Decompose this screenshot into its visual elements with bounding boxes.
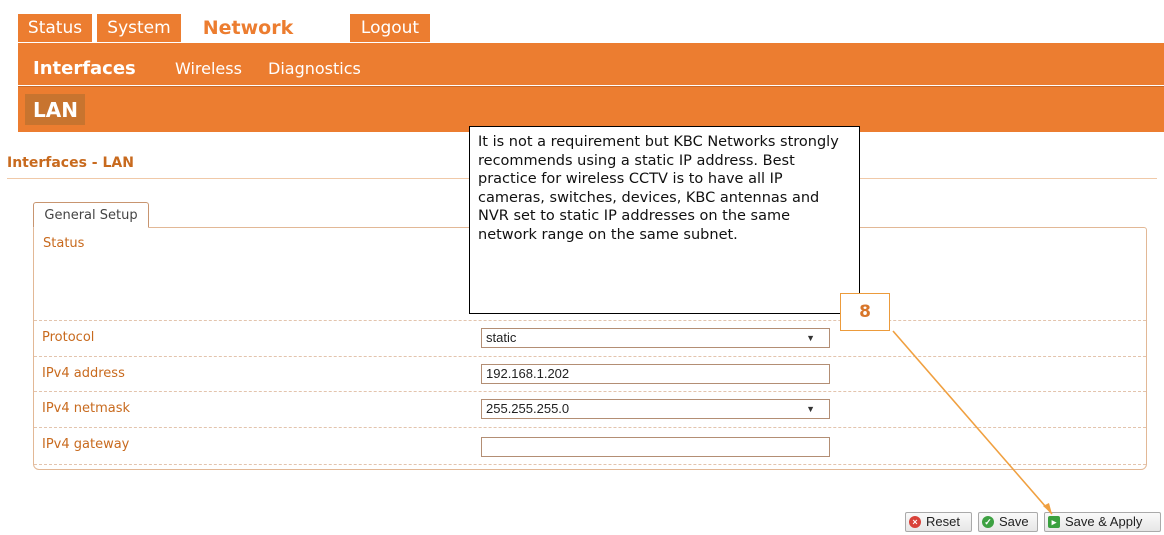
save-label: Save: [999, 514, 1029, 529]
ipv4-netmask-label: IPv4 netmask: [42, 401, 131, 416]
save-apply-button[interactable]: ▸ Save & Apply: [1044, 512, 1161, 532]
protocol-label: Protocol: [42, 330, 95, 345]
ipv4-netmask-select[interactable]: 255.255.255.0 ▼: [481, 399, 830, 419]
ipv4-address-input[interactable]: 192.168.1.202: [481, 364, 830, 384]
save-apply-label: Save & Apply: [1065, 514, 1143, 529]
ipv4-gateway-row: IPv4 gateway: [34, 427, 1146, 465]
annotation-callout: It is not a requirement but KBC Networks…: [469, 126, 860, 314]
ipv4-gateway-input[interactable]: [481, 437, 830, 457]
status-label: Status: [43, 236, 85, 251]
step-badge: 8: [840, 293, 890, 331]
subnav-wireless[interactable]: Wireless: [175, 59, 242, 78]
ipv4-gateway-label: IPv4 gateway: [42, 437, 130, 452]
chevron-down-icon: ▼: [806, 333, 815, 343]
page-header: LAN: [25, 94, 85, 125]
ipv4-address-label: IPv4 address: [42, 366, 125, 381]
tab-status[interactable]: Status: [18, 14, 92, 42]
reset-icon: ×: [909, 516, 921, 528]
chevron-down-icon: ▼: [806, 404, 815, 414]
ipv4-netmask-value: 255.255.255.0: [486, 401, 570, 416]
protocol-select[interactable]: static ▼: [481, 328, 830, 348]
subnav-interfaces[interactable]: Interfaces: [33, 58, 136, 79]
tab-general-setup[interactable]: General Setup: [33, 202, 149, 228]
reset-label: Reset: [926, 514, 960, 529]
ipv4-address-value: 192.168.1.202: [486, 366, 570, 381]
ipv4-netmask-row: IPv4 netmask 255.255.255.0 ▼: [34, 391, 1146, 425]
logout-button[interactable]: Logout: [350, 14, 430, 42]
ipv4-address-row: IPv4 address 192.168.1.202: [34, 356, 1146, 390]
protocol-row: Protocol static ▼: [34, 320, 1146, 354]
protocol-value: static: [486, 330, 517, 345]
section-title: Interfaces - LAN: [7, 155, 134, 171]
subnav-diagnostics[interactable]: Diagnostics: [268, 59, 361, 78]
tab-system[interactable]: System: [97, 14, 181, 42]
apply-icon: ▸: [1048, 516, 1060, 528]
subnav-bar: Interfaces Wireless Diagnostics: [18, 43, 1164, 85]
save-button[interactable]: ✓ Save: [978, 512, 1038, 532]
reset-button[interactable]: × Reset: [905, 512, 972, 532]
tab-network[interactable]: Network: [186, 12, 310, 43]
check-icon: ✓: [982, 516, 994, 528]
